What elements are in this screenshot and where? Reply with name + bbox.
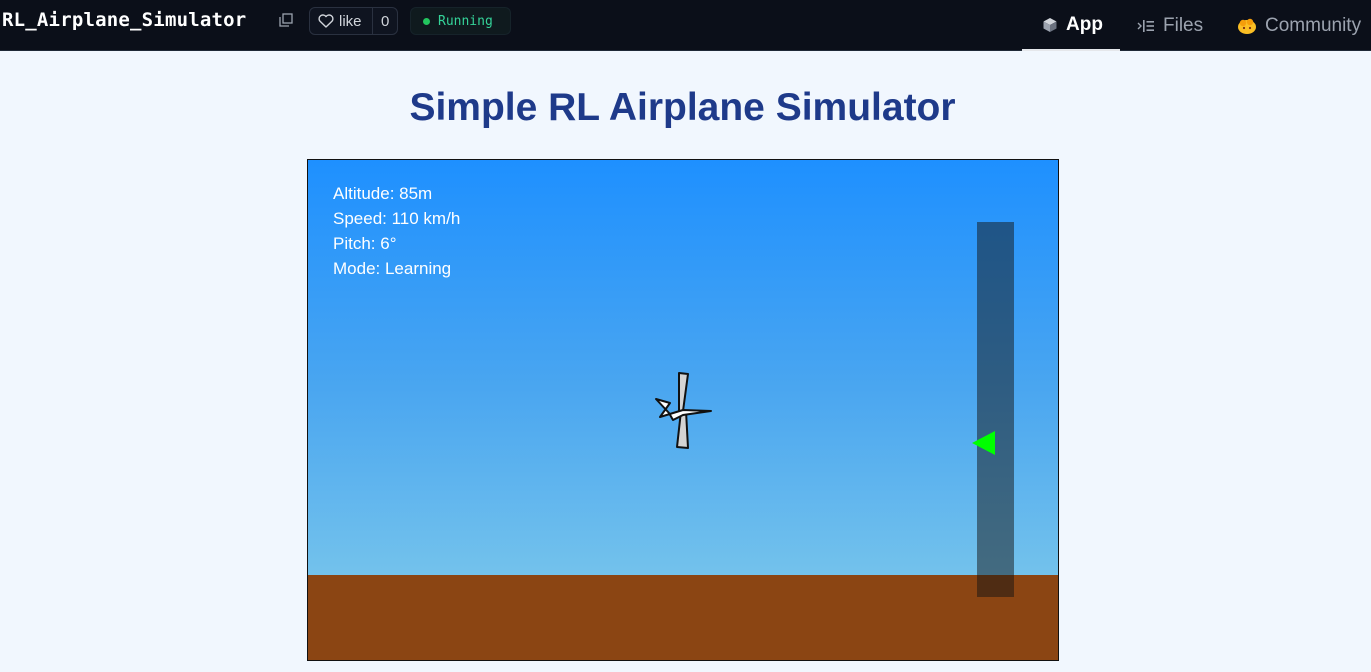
airplane-icon xyxy=(655,372,712,449)
hud-pitch: Pitch: 6° xyxy=(333,234,397,253)
like-label: like xyxy=(339,12,362,30)
status-text: Running xyxy=(438,13,493,29)
status-badge: Running xyxy=(410,7,511,35)
hud-altitude: Altitude: 85m xyxy=(333,184,433,203)
altitude-marker-icon xyxy=(972,431,995,456)
community-icon xyxy=(1238,18,1256,34)
tab-community-label: Community xyxy=(1265,14,1362,36)
page-title: Simple RL Airplane Simulator xyxy=(409,86,956,129)
like-toggle[interactable]: like xyxy=(310,8,374,34)
tab-files[interactable]: Files xyxy=(1137,0,1203,51)
top-bar: RL_Airplane_Simulator like 0 Running App xyxy=(0,0,1371,51)
tab-files-label: Files xyxy=(1163,14,1204,36)
heart-icon xyxy=(318,14,334,28)
hud-mode: Mode: Learning xyxy=(333,259,452,278)
status-dot-icon xyxy=(423,17,430,25)
simulator-canvas[interactable]: Altitude: 85m Speed: 110 km/h Pitch: 6° … xyxy=(307,159,1059,661)
like-count[interactable]: 0 xyxy=(373,13,397,30)
altitude-gauge xyxy=(977,222,1014,597)
files-icon xyxy=(1137,19,1154,32)
ground xyxy=(308,575,1058,660)
tab-app[interactable]: App xyxy=(1022,0,1120,51)
cube-icon xyxy=(1043,17,1057,32)
hud-speed: Speed: 110 km/h xyxy=(333,209,461,228)
tab-community[interactable]: Community xyxy=(1237,0,1361,51)
tab-app-label: App xyxy=(1066,13,1103,35)
hud-panel: Altitude: 85m Speed: 110 km/h Pitch: 6° … xyxy=(333,181,460,281)
repo-name[interactable]: RL_Airplane_Simulator xyxy=(2,9,246,31)
copy-icon[interactable] xyxy=(279,13,293,27)
like-button[interactable]: like 0 xyxy=(309,7,398,35)
